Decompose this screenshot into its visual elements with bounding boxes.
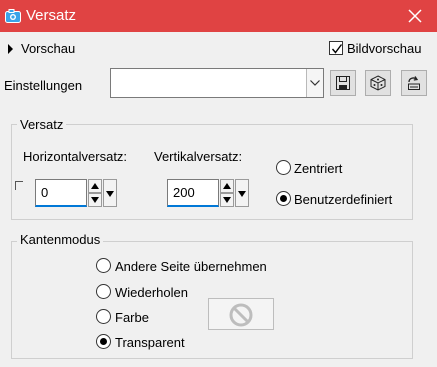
horizontal-offset-label: Horizontalversatz:: [23, 149, 128, 164]
bildvorschau-checkbox[interactable]: [329, 41, 343, 55]
settings-combobox[interactable]: [110, 68, 324, 98]
camera-icon: [5, 8, 21, 24]
checkmark-icon: [331, 44, 343, 54]
preview-row: Vorschau Bildvorschau: [0, 38, 437, 60]
wiederholen-label[interactable]: Wiederholen: [115, 285, 188, 300]
andere-seite-radio[interactable]: [96, 258, 111, 273]
zentriert-radio[interactable]: [276, 160, 291, 175]
farbe-radio[interactable]: [96, 309, 111, 324]
reset-icon: [408, 76, 420, 90]
vertical-dropdown-button[interactable]: [235, 179, 249, 207]
vertical-offset-label: Vertikalversatz:: [154, 149, 243, 164]
reset-button[interactable]: [401, 70, 427, 96]
bildvorschau-label[interactable]: Bildvorschau: [347, 41, 421, 56]
link-values-toggle[interactable]: [15, 181, 23, 190]
triangle-down-icon: [238, 191, 246, 197]
transparent-radio[interactable]: [96, 334, 111, 349]
andere-seite-label[interactable]: Andere Seite übernehmen: [115, 259, 267, 274]
edge-color-swatch[interactable]: [208, 298, 274, 330]
wiederholen-radio[interactable]: [96, 284, 111, 299]
close-icon: [408, 9, 422, 23]
expand-triangle-icon[interactable]: [8, 44, 13, 54]
horizontal-decrement-button[interactable]: [88, 193, 102, 207]
chevron-down-icon: [310, 80, 320, 86]
horizontal-offset-stepper[interactable]: 0: [35, 179, 117, 207]
zentriert-label[interactable]: Zentriert: [294, 161, 342, 176]
dice-icon: [370, 75, 386, 91]
triangle-down-icon: [91, 197, 99, 203]
horizontal-dropdown-button[interactable]: [103, 179, 117, 207]
triangle-up-icon: [223, 183, 231, 189]
save-button[interactable]: [330, 70, 356, 96]
vertical-offset-stepper[interactable]: 200: [167, 179, 249, 207]
settings-label: Einstellungen: [4, 78, 83, 93]
save-icon: [336, 76, 350, 90]
benutzerdefiniert-label[interactable]: Benutzerdefiniert: [294, 192, 392, 207]
kantenmodus-group-title: Kantenmodus: [17, 232, 104, 247]
title-bar: Versatz: [0, 0, 437, 32]
triangle-up-icon: [91, 183, 99, 189]
versatz-group-title: Versatz: [17, 117, 67, 132]
vertical-offset-field[interactable]: 200: [167, 179, 219, 207]
vertical-decrement-button[interactable]: [220, 193, 234, 207]
horizontal-offset-field[interactable]: 0: [35, 179, 87, 207]
vertical-increment-button[interactable]: [220, 179, 234, 193]
settings-dropdown-button[interactable]: [306, 69, 323, 97]
triangle-down-icon: [223, 197, 231, 203]
triangle-down-icon: [106, 191, 114, 197]
horizontal-increment-button[interactable]: [88, 179, 102, 193]
preview-toggle[interactable]: Vorschau: [21, 41, 75, 56]
transparent-label[interactable]: Transparent: [115, 335, 185, 350]
close-button[interactable]: [393, 0, 437, 32]
no-color-icon: [229, 303, 253, 327]
benutzerdefiniert-radio[interactable]: [276, 191, 291, 206]
randomize-button[interactable]: [365, 70, 391, 96]
window-title: Versatz: [26, 7, 77, 24]
farbe-label[interactable]: Farbe: [115, 310, 149, 325]
